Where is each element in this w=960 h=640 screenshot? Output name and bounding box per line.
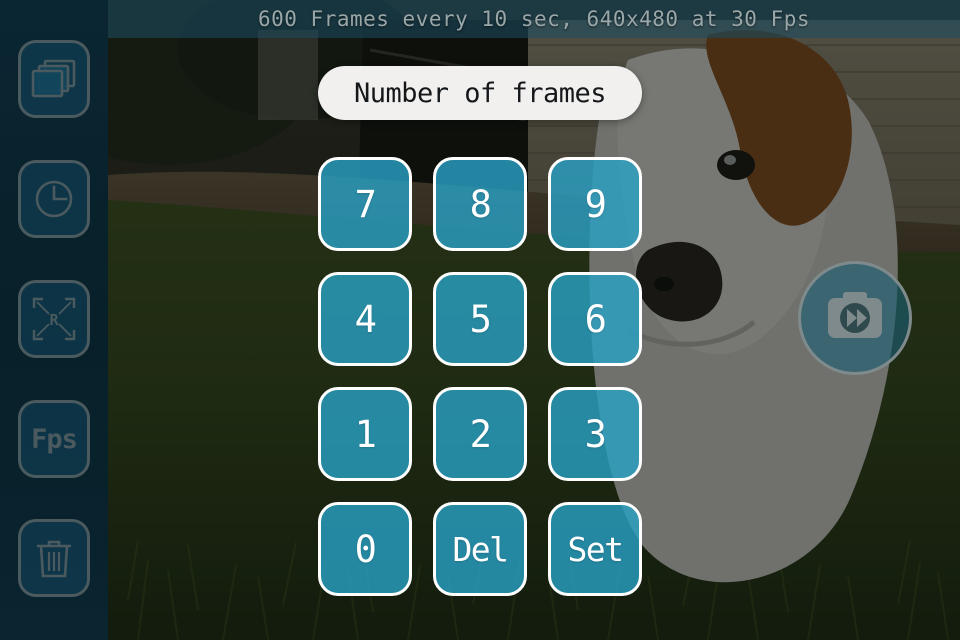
sidebar-item-resolution[interactable]: R	[18, 280, 90, 358]
sidebar: R Fps	[0, 0, 108, 640]
key-label: Del	[452, 529, 509, 569]
key-label: 5	[469, 297, 492, 341]
record-button[interactable]	[798, 261, 912, 375]
key-7[interactable]: 7	[318, 157, 412, 251]
key-8[interactable]: 8	[433, 157, 527, 251]
key-label: 4	[354, 297, 377, 341]
key-delete[interactable]: Del	[433, 502, 527, 596]
key-set[interactable]: Set	[548, 502, 642, 596]
key-4[interactable]: 4	[318, 272, 412, 366]
resolution-icon: R	[31, 296, 77, 342]
key-9[interactable]: 9	[548, 157, 642, 251]
dialog-title: Number of frames	[318, 66, 642, 120]
timelapse-camera-icon	[824, 288, 886, 348]
sidebar-item-delete[interactable]	[18, 519, 90, 597]
status-bar-text: 600 Frames every 10 sec, 640x480 at 30 F…	[257, 7, 810, 31]
frames-stack-icon	[31, 58, 77, 100]
key-6[interactable]: 6	[548, 272, 642, 366]
trash-icon	[34, 536, 74, 580]
key-0[interactable]: 0	[318, 502, 412, 596]
key-label: 6	[584, 297, 607, 341]
sidebar-item-fps[interactable]: Fps	[18, 400, 90, 478]
key-label: 0	[354, 527, 377, 571]
key-label: 7	[354, 182, 377, 226]
key-label: 3	[584, 412, 607, 456]
status-bar: 600 Frames every 10 sec, 640x480 at 30 F…	[108, 0, 960, 38]
numeric-keypad: 7 8 9 4 5 6 1 2 3 0 Del Set	[318, 157, 642, 602]
key-2[interactable]: 2	[433, 387, 527, 481]
sidebar-item-interval[interactable]	[18, 160, 90, 238]
key-label: 2	[469, 412, 492, 456]
key-label: 8	[469, 182, 492, 226]
key-5[interactable]: 5	[433, 272, 527, 366]
key-1[interactable]: 1	[318, 387, 412, 481]
key-label: 9	[584, 182, 607, 226]
key-label: Set	[567, 529, 624, 569]
dialog-title-text: Number of frames	[353, 77, 607, 109]
clock-icon	[32, 177, 76, 221]
fps-icon: Fps	[31, 423, 78, 455]
time-lapse-camera-screen: 600 Frames every 10 sec, 640x480 at 30 F…	[0, 0, 960, 640]
svg-text:R: R	[49, 311, 59, 329]
key-label: 1	[354, 412, 377, 456]
key-3[interactable]: 3	[548, 387, 642, 481]
sidebar-item-frames[interactable]	[18, 40, 90, 118]
